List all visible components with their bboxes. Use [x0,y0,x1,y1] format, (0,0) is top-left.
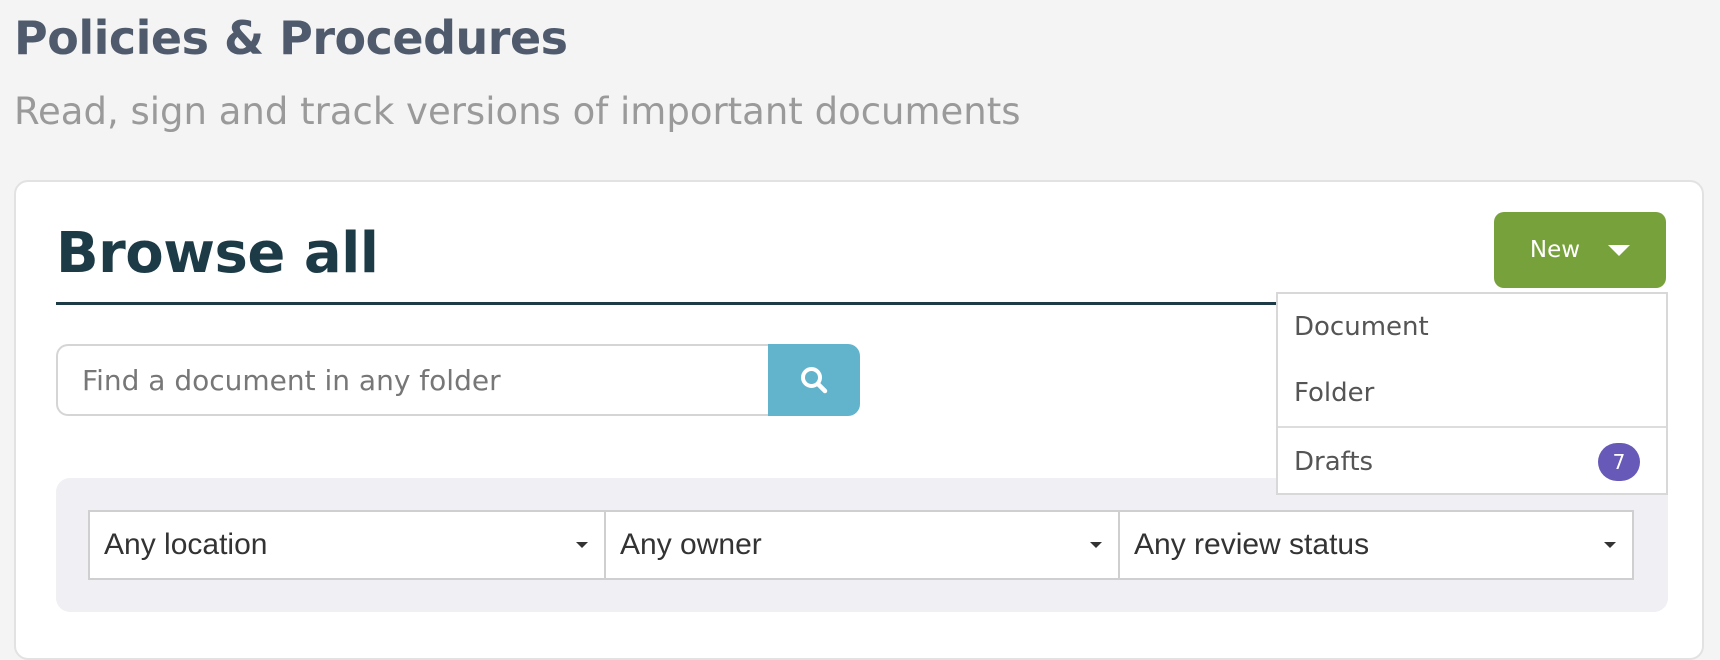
owner-filter-value: Any owner [620,528,762,561]
browse-card: Browse all New Document Folder Drafts 7 … [14,180,1704,660]
review-status-filter-value: Any review status [1134,528,1370,561]
menu-item-document[interactable]: Document [1278,294,1666,360]
page-header: Policies & Procedures Read, sign and tra… [14,8,1021,133]
caret-down-icon [576,542,588,548]
page-subtitle: Read, sign and track versions of importa… [14,90,1021,133]
search-input[interactable] [56,344,768,416]
new-dropdown-menu: Document Folder Drafts 7 [1276,292,1668,495]
drafts-count-badge: 7 [1598,442,1640,481]
caret-down-icon [1604,542,1616,548]
caret-down-icon [1090,542,1102,548]
search-button[interactable] [768,344,860,416]
title-divider [56,302,1296,305]
review-status-filter-select[interactable]: Any review status [1118,512,1632,578]
search-icon [801,367,828,394]
new-button[interactable]: New [1494,212,1666,288]
filter-row: Any location Any owner Any review status [88,510,1634,580]
owner-filter-select[interactable]: Any owner [604,512,1118,578]
browse-title: Browse all [56,221,379,286]
search-group [56,344,860,416]
location-filter-select[interactable]: Any location [90,512,604,578]
new-button-label: New [1529,237,1581,263]
location-filter-value: Any location [104,528,268,561]
filter-panel: Any location Any owner Any review status [56,478,1668,612]
page-title: Policies & Procedures [14,11,568,65]
caret-down-icon [1608,244,1631,256]
drafts-label: Drafts [1294,446,1374,477]
menu-item-drafts[interactable]: Drafts 7 [1278,428,1666,495]
menu-item-folder[interactable]: Folder [1278,360,1666,426]
